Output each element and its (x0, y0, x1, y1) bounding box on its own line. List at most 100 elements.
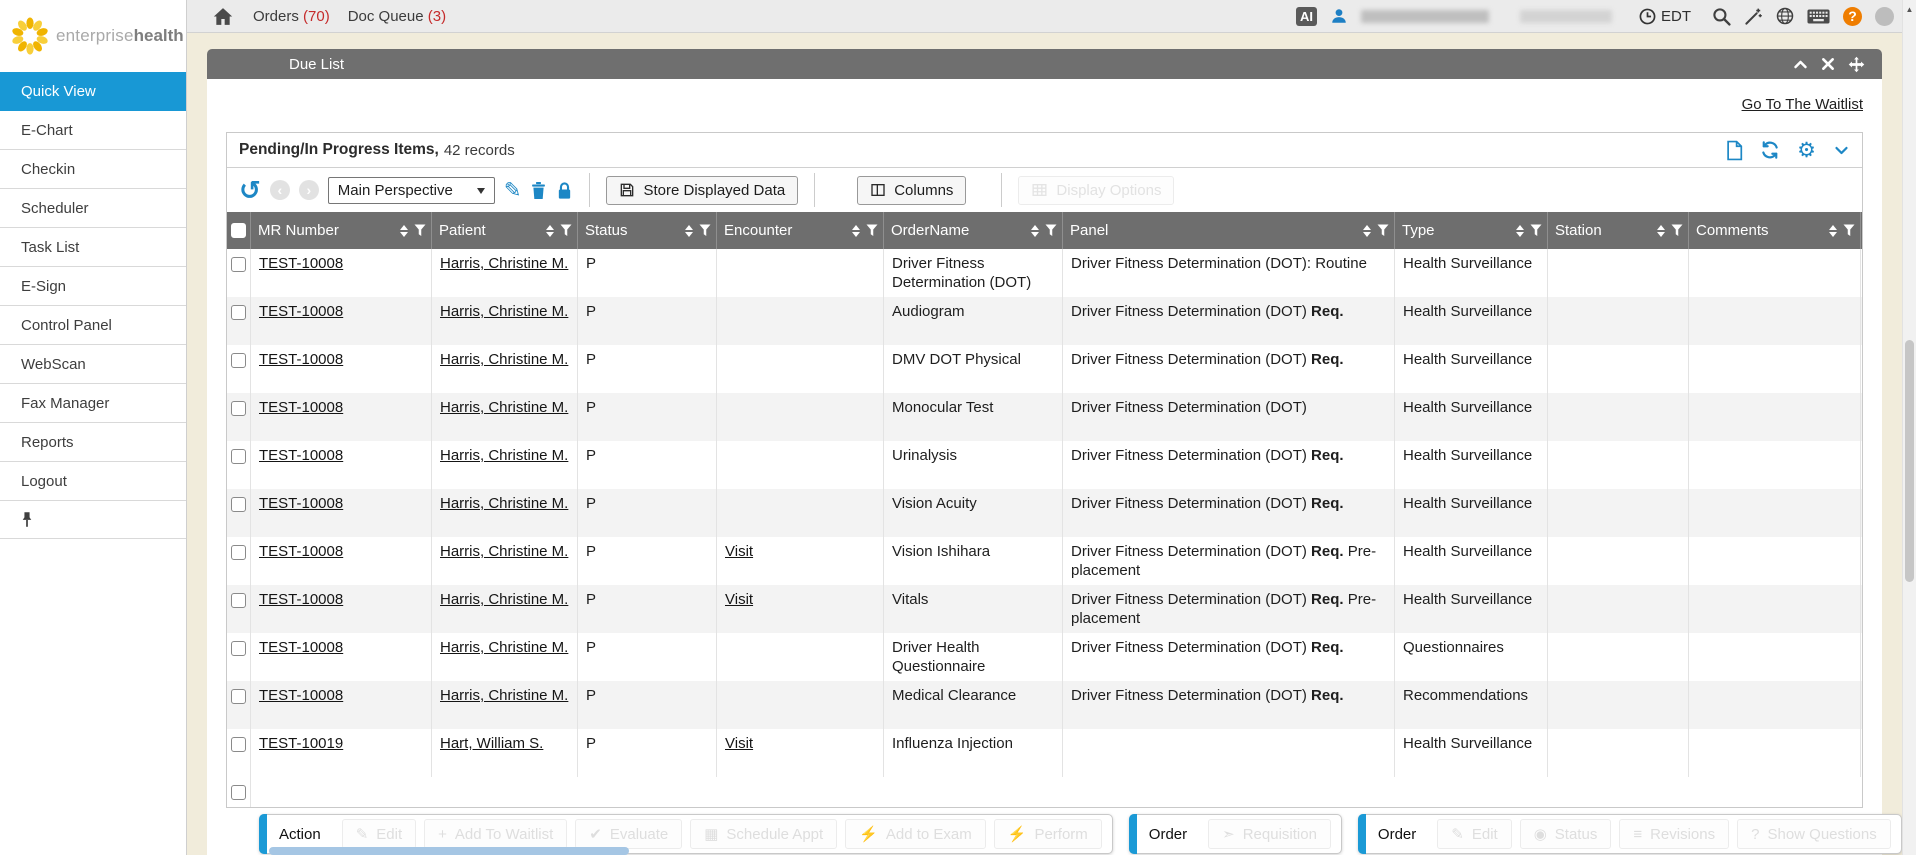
row-checkbox[interactable] (231, 737, 246, 752)
mr-number-link[interactable]: TEST-10008 (259, 303, 343, 320)
sort-icon[interactable] (1829, 221, 1837, 241)
column-header-ordername[interactable]: OrderName (884, 212, 1063, 249)
sort-icon[interactable] (852, 221, 860, 241)
move-icon[interactable] (1848, 56, 1865, 73)
sidebar-item-scheduler[interactable]: Scheduler (0, 189, 186, 228)
waitlist-link[interactable]: Go To The Waitlist (1742, 96, 1863, 113)
patient-link[interactable]: Harris, Christine M. (440, 687, 568, 704)
sort-icon[interactable] (1031, 221, 1039, 241)
patient-link[interactable]: Harris, Christine M. (440, 639, 568, 656)
mr-number-link[interactable]: TEST-10019 (259, 735, 343, 752)
evaluate-button[interactable]: ✔Evaluate (575, 819, 682, 849)
clock-icon[interactable] (1639, 8, 1656, 25)
row-checkbox[interactable] (231, 449, 246, 464)
revisions-button[interactable]: ≡Revisions (1619, 819, 1729, 849)
row-checkbox[interactable] (231, 257, 246, 272)
column-header-panel[interactable]: Panel (1063, 212, 1395, 249)
row-checkbox[interactable] (231, 545, 246, 560)
edit-button[interactable]: ✎Edit (1437, 819, 1511, 849)
nav-orders[interactable]: Orders (70) (253, 8, 330, 25)
edit-button[interactable]: ✎Edit (342, 819, 416, 849)
sidebar-item-fax-manager[interactable]: Fax Manager (0, 384, 186, 423)
sidebar-item-webscan[interactable]: WebScan (0, 345, 186, 384)
patient-link[interactable]: Harris, Christine M. (440, 591, 568, 608)
mr-number-link[interactable]: TEST-10008 (259, 495, 343, 512)
mr-number-link[interactable]: TEST-10008 (259, 447, 343, 464)
select-all-checkbox[interactable] (231, 223, 246, 238)
add-to-waitlist-button[interactable]: +Add To Waitlist (424, 819, 567, 849)
avatar[interactable] (1875, 7, 1894, 26)
filter-icon[interactable] (1843, 224, 1855, 237)
mr-number-link[interactable]: TEST-10008 (259, 687, 343, 704)
sort-icon[interactable] (1363, 221, 1371, 241)
encounter-link[interactable]: Visit (725, 735, 753, 752)
globe-icon[interactable] (1776, 7, 1794, 25)
sort-icon[interactable] (1657, 221, 1665, 241)
sort-icon[interactable] (546, 221, 554, 241)
sort-icon[interactable] (1516, 221, 1524, 241)
patient-link[interactable]: Harris, Christine M. (440, 543, 568, 560)
filter-icon[interactable] (1377, 224, 1389, 237)
row-checkbox[interactable] (231, 593, 246, 608)
mr-number-link[interactable]: TEST-10008 (259, 639, 343, 656)
home-icon[interactable] (213, 7, 233, 26)
patient-link[interactable]: Harris, Christine M. (440, 255, 568, 272)
perform-button[interactable]: ⚡Perform (994, 819, 1102, 849)
filter-icon[interactable] (866, 224, 878, 237)
patient-link[interactable]: Harris, Christine M. (440, 495, 568, 512)
collapse-icon[interactable] (1793, 57, 1808, 72)
status-button[interactable]: ◉Status (1520, 819, 1612, 849)
sidebar-item-logout[interactable]: Logout (0, 462, 186, 501)
edit-perspective-icon[interactable]: ✎ (504, 180, 522, 201)
filter-icon[interactable] (1530, 224, 1542, 237)
mr-number-link[interactable]: TEST-10008 (259, 543, 343, 560)
undo-icon[interactable]: ↺ (239, 180, 261, 200)
filter-icon[interactable] (1671, 224, 1683, 237)
gear-icon[interactable]: ⚙ (1797, 140, 1816, 161)
column-header-status[interactable]: Status (578, 212, 717, 249)
vertical-scrollbar[interactable]: ▲ (1902, 0, 1916, 855)
wand-icon[interactable] (1744, 7, 1763, 26)
column-header-type[interactable]: Type (1395, 212, 1548, 249)
nav-back-icon[interactable]: ‹ (270, 180, 290, 200)
column-header-station[interactable]: Station (1548, 212, 1689, 249)
scroll-up-arrow[interactable]: ▲ (1903, 5, 1916, 14)
row-checkbox[interactable] (231, 689, 246, 704)
keyboard-icon[interactable] (1807, 9, 1830, 24)
lock-icon[interactable] (556, 181, 573, 200)
column-header-mr-number[interactable]: MR Number (251, 212, 432, 249)
sidebar-item-e-chart[interactable]: E-Chart (0, 111, 186, 150)
filter-icon[interactable] (1045, 224, 1057, 237)
sidebar-item-control-panel[interactable]: Control Panel (0, 306, 186, 345)
nav-doc-queue[interactable]: Doc Queue (3) (348, 8, 446, 25)
pin-icon[interactable] (21, 511, 33, 528)
store-displayed-data-button[interactable]: Store Displayed Data (606, 176, 798, 205)
refresh-icon[interactable] (1760, 140, 1780, 160)
perspective-select[interactable]: Main Perspective (328, 177, 495, 204)
encounter-link[interactable]: Visit (725, 591, 753, 608)
filter-icon[interactable] (414, 224, 426, 237)
trash-icon[interactable] (530, 181, 547, 200)
add-to-exam-button[interactable]: ⚡Add to Exam (845, 819, 986, 849)
filter-icon[interactable] (560, 224, 572, 237)
row-checkbox[interactable] (231, 497, 246, 512)
mr-number-link[interactable]: TEST-10008 (259, 255, 343, 272)
patient-link[interactable]: Hart, William S. (440, 735, 543, 752)
patient-link[interactable]: Harris, Christine M. (440, 399, 568, 416)
sort-icon[interactable] (400, 221, 408, 241)
show-questions-button[interactable]: ?Show Questions (1737, 819, 1891, 849)
search-icon[interactable] (1712, 7, 1731, 26)
mr-number-link[interactable]: TEST-10008 (259, 399, 343, 416)
sidebar-item-quick-view[interactable]: Quick View (0, 72, 186, 111)
patient-link[interactable]: Harris, Christine M. (440, 351, 568, 368)
horizontal-scrollbar-thumb[interactable] (269, 847, 629, 855)
patient-link[interactable]: Harris, Christine M. (440, 303, 568, 320)
sort-icon[interactable] (685, 221, 693, 241)
help-icon[interactable]: ? (1843, 7, 1862, 26)
row-checkbox[interactable] (231, 353, 246, 368)
column-header-encounter[interactable]: Encounter (717, 212, 884, 249)
sidebar-item-checkin[interactable]: Checkin (0, 150, 186, 189)
close-icon[interactable] (1821, 57, 1835, 71)
encounter-link[interactable]: Visit (725, 543, 753, 560)
mr-number-link[interactable]: TEST-10008 (259, 351, 343, 368)
